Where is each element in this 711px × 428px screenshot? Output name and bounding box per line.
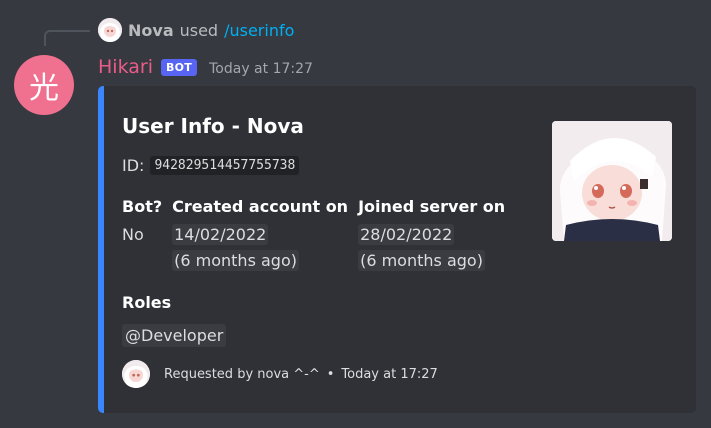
field-created-relative: (6 months ago) xyxy=(172,250,299,271)
field-created-date: 14/02/2022 xyxy=(172,224,269,245)
user-id-label: ID: xyxy=(122,156,145,175)
footer-timestamp: Today at 17:27 xyxy=(341,366,438,382)
slash-command-link[interactable]: /userinfo xyxy=(224,21,294,40)
replied-user-avatar[interactable] xyxy=(98,18,122,42)
field-created-relative-line: (6 months ago) xyxy=(172,248,348,274)
field-joined-relative-line: (6 months ago) xyxy=(358,248,505,274)
field-created-date-line: 14/02/2022 xyxy=(172,222,348,248)
anime-avatar-icon xyxy=(98,18,122,42)
footer-text: Requested by nova ^-^ xyxy=(164,366,320,382)
field-joined-date: 28/02/2022 xyxy=(358,224,455,245)
footer-separator: • xyxy=(326,366,335,382)
user-avatar-thumbnail-icon xyxy=(552,121,672,241)
field-bot-value: No xyxy=(122,225,144,244)
message-timestamp[interactable]: Today at 17:27 xyxy=(209,61,313,77)
user-info-embed: User Info - Nova ID: 942829514457755738 … xyxy=(98,86,696,413)
reply-reference[interactable]: Nova used /userinfo xyxy=(98,18,294,42)
message-header: Hikari BOT Today at 17:27 xyxy=(98,54,313,80)
field-bot: Bot? No xyxy=(122,197,162,274)
field-joined-date-line: 28/02/2022 xyxy=(358,222,505,248)
user-id-row: ID: 942829514457755738 xyxy=(122,156,300,175)
embed-thumbnail[interactable] xyxy=(552,121,672,241)
field-bot-name: Bot? xyxy=(122,197,163,216)
field-joined-name: Joined server on xyxy=(358,197,506,216)
author-name[interactable]: Hikari xyxy=(98,56,153,78)
field-created-name: Created account on xyxy=(172,197,349,216)
anime-avatar-icon xyxy=(122,360,150,388)
field-joined: Joined server on 28/02/2022 (6 months ag… xyxy=(358,197,505,274)
field-created: Created account on 14/02/2022 (6 months … xyxy=(172,197,348,274)
role-mention[interactable]: @Developer xyxy=(122,324,227,347)
embed-fields: Bot? No Created account on 14/02/2022 (6… xyxy=(122,197,515,274)
reply-connector xyxy=(44,30,90,46)
user-id-value: 942829514457755738 xyxy=(150,156,300,175)
bot-avatar[interactable]: 光 xyxy=(14,55,74,115)
roles-field: Roles @Developer xyxy=(122,293,227,347)
bot-badge: BOT xyxy=(160,58,198,76)
footer-avatar xyxy=(122,360,150,388)
reply-used-text: used xyxy=(179,20,219,40)
roles-name: Roles xyxy=(122,293,172,312)
embed-title: User Info - Nova xyxy=(122,114,304,138)
embed-footer: Requested by nova ^-^ • Today at 17:27 xyxy=(122,360,438,388)
field-joined-relative: (6 months ago) xyxy=(358,250,485,271)
replied-username[interactable]: Nova xyxy=(128,21,174,40)
